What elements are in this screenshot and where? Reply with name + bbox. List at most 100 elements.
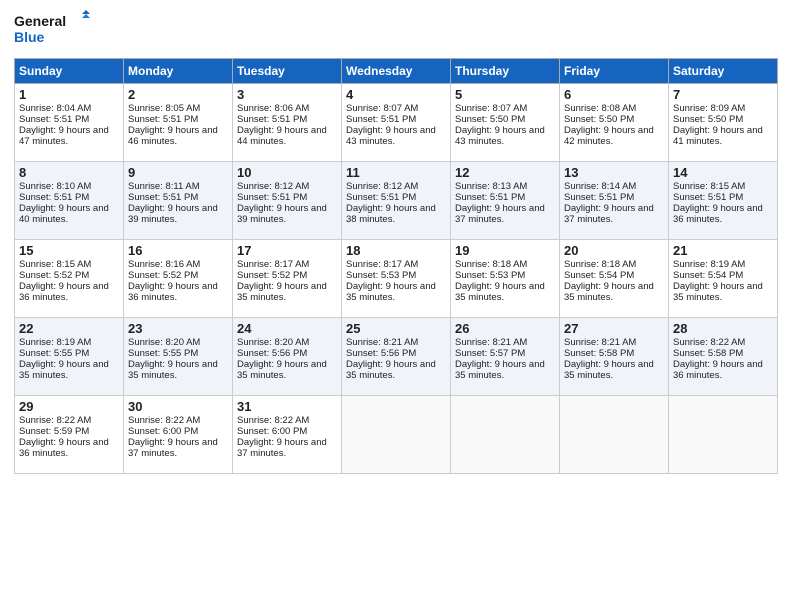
calendar-cell: 31Sunrise: 8:22 AMSunset: 6:00 PMDayligh… bbox=[233, 396, 342, 474]
sunset-text: Sunset: 5:57 PM bbox=[455, 348, 555, 359]
sunrise-text: Sunrise: 8:12 AM bbox=[346, 181, 446, 192]
sunset-text: Sunset: 5:51 PM bbox=[346, 192, 446, 203]
calendar-cell: 27Sunrise: 8:21 AMSunset: 5:58 PMDayligh… bbox=[560, 318, 669, 396]
day-number: 21 bbox=[673, 243, 773, 258]
calendar-week-row: 15Sunrise: 8:15 AMSunset: 5:52 PMDayligh… bbox=[15, 240, 778, 318]
calendar-header-tuesday: Tuesday bbox=[233, 59, 342, 84]
calendar-cell: 18Sunrise: 8:17 AMSunset: 5:53 PMDayligh… bbox=[342, 240, 451, 318]
calendar-cell: 3Sunrise: 8:06 AMSunset: 5:51 PMDaylight… bbox=[233, 84, 342, 162]
sunset-text: Sunset: 5:52 PM bbox=[128, 270, 228, 281]
daylight-text: Daylight: 9 hours and 35 minutes. bbox=[237, 359, 337, 381]
sunset-text: Sunset: 5:51 PM bbox=[346, 114, 446, 125]
sunset-text: Sunset: 5:51 PM bbox=[19, 114, 119, 125]
daylight-text: Daylight: 9 hours and 36 minutes. bbox=[19, 437, 119, 459]
day-number: 14 bbox=[673, 165, 773, 180]
daylight-text: Daylight: 9 hours and 37 minutes. bbox=[455, 203, 555, 225]
header: General Blue bbox=[14, 10, 778, 50]
day-number: 13 bbox=[564, 165, 664, 180]
daylight-text: Daylight: 9 hours and 42 minutes. bbox=[564, 125, 664, 147]
sunrise-text: Sunrise: 8:22 AM bbox=[237, 415, 337, 426]
day-number: 26 bbox=[455, 321, 555, 336]
sunrise-text: Sunrise: 8:07 AM bbox=[455, 103, 555, 114]
daylight-text: Daylight: 9 hours and 37 minutes. bbox=[128, 437, 228, 459]
sunset-text: Sunset: 5:55 PM bbox=[128, 348, 228, 359]
calendar-header-monday: Monday bbox=[124, 59, 233, 84]
day-number: 10 bbox=[237, 165, 337, 180]
calendar-cell: 13Sunrise: 8:14 AMSunset: 5:51 PMDayligh… bbox=[560, 162, 669, 240]
sunset-text: Sunset: 5:51 PM bbox=[128, 192, 228, 203]
daylight-text: Daylight: 9 hours and 36 minutes. bbox=[673, 359, 773, 381]
daylight-text: Daylight: 9 hours and 35 minutes. bbox=[128, 359, 228, 381]
calendar-cell bbox=[669, 396, 778, 474]
day-number: 28 bbox=[673, 321, 773, 336]
calendar-cell: 14Sunrise: 8:15 AMSunset: 5:51 PMDayligh… bbox=[669, 162, 778, 240]
daylight-text: Daylight: 9 hours and 35 minutes. bbox=[564, 281, 664, 303]
day-number: 30 bbox=[128, 399, 228, 414]
sunset-text: Sunset: 5:51 PM bbox=[455, 192, 555, 203]
sunset-text: Sunset: 5:58 PM bbox=[564, 348, 664, 359]
calendar-cell bbox=[560, 396, 669, 474]
sunset-text: Sunset: 5:51 PM bbox=[673, 192, 773, 203]
calendar-cell: 17Sunrise: 8:17 AMSunset: 5:52 PMDayligh… bbox=[233, 240, 342, 318]
sunset-text: Sunset: 5:51 PM bbox=[128, 114, 228, 125]
daylight-text: Daylight: 9 hours and 35 minutes. bbox=[564, 359, 664, 381]
daylight-text: Daylight: 9 hours and 40 minutes. bbox=[19, 203, 119, 225]
sunset-text: Sunset: 5:54 PM bbox=[564, 270, 664, 281]
calendar-cell: 30Sunrise: 8:22 AMSunset: 6:00 PMDayligh… bbox=[124, 396, 233, 474]
day-number: 31 bbox=[237, 399, 337, 414]
daylight-text: Daylight: 9 hours and 37 minutes. bbox=[564, 203, 664, 225]
sunset-text: Sunset: 6:00 PM bbox=[237, 426, 337, 437]
sunrise-text: Sunrise: 8:11 AM bbox=[128, 181, 228, 192]
logo-svg: General Blue bbox=[14, 10, 94, 50]
calendar-week-row: 8Sunrise: 8:10 AMSunset: 5:51 PMDaylight… bbox=[15, 162, 778, 240]
sunset-text: Sunset: 5:51 PM bbox=[564, 192, 664, 203]
calendar-cell: 12Sunrise: 8:13 AMSunset: 5:51 PMDayligh… bbox=[451, 162, 560, 240]
calendar-cell bbox=[451, 396, 560, 474]
day-number: 7 bbox=[673, 87, 773, 102]
daylight-text: Daylight: 9 hours and 39 minutes. bbox=[237, 203, 337, 225]
sunset-text: Sunset: 5:53 PM bbox=[455, 270, 555, 281]
daylight-text: Daylight: 9 hours and 35 minutes. bbox=[346, 281, 446, 303]
day-number: 29 bbox=[19, 399, 119, 414]
sunset-text: Sunset: 5:59 PM bbox=[19, 426, 119, 437]
sunrise-text: Sunrise: 8:17 AM bbox=[346, 259, 446, 270]
sunset-text: Sunset: 5:54 PM bbox=[673, 270, 773, 281]
daylight-text: Daylight: 9 hours and 37 minutes. bbox=[237, 437, 337, 459]
daylight-text: Daylight: 9 hours and 35 minutes. bbox=[19, 359, 119, 381]
page: General Blue SundayMondayTuesdayWednesda… bbox=[0, 0, 792, 484]
daylight-text: Daylight: 9 hours and 39 minutes. bbox=[128, 203, 228, 225]
calendar-cell: 28Sunrise: 8:22 AMSunset: 5:58 PMDayligh… bbox=[669, 318, 778, 396]
day-number: 16 bbox=[128, 243, 228, 258]
sunset-text: Sunset: 5:53 PM bbox=[346, 270, 446, 281]
day-number: 18 bbox=[346, 243, 446, 258]
calendar-cell bbox=[342, 396, 451, 474]
daylight-text: Daylight: 9 hours and 43 minutes. bbox=[455, 125, 555, 147]
day-number: 22 bbox=[19, 321, 119, 336]
calendar-cell: 23Sunrise: 8:20 AMSunset: 5:55 PMDayligh… bbox=[124, 318, 233, 396]
daylight-text: Daylight: 9 hours and 35 minutes. bbox=[455, 281, 555, 303]
sunset-text: Sunset: 5:50 PM bbox=[564, 114, 664, 125]
sunset-text: Sunset: 5:58 PM bbox=[673, 348, 773, 359]
sunrise-text: Sunrise: 8:19 AM bbox=[673, 259, 773, 270]
day-number: 15 bbox=[19, 243, 119, 258]
sunset-text: Sunset: 5:50 PM bbox=[455, 114, 555, 125]
daylight-text: Daylight: 9 hours and 43 minutes. bbox=[346, 125, 446, 147]
sunrise-text: Sunrise: 8:22 AM bbox=[128, 415, 228, 426]
calendar-cell: 11Sunrise: 8:12 AMSunset: 5:51 PMDayligh… bbox=[342, 162, 451, 240]
sunrise-text: Sunrise: 8:04 AM bbox=[19, 103, 119, 114]
calendar-table: SundayMondayTuesdayWednesdayThursdayFrid… bbox=[14, 58, 778, 474]
day-number: 8 bbox=[19, 165, 119, 180]
day-number: 5 bbox=[455, 87, 555, 102]
day-number: 27 bbox=[564, 321, 664, 336]
day-number: 23 bbox=[128, 321, 228, 336]
calendar-cell: 5Sunrise: 8:07 AMSunset: 5:50 PMDaylight… bbox=[451, 84, 560, 162]
calendar-body: 1Sunrise: 8:04 AMSunset: 5:51 PMDaylight… bbox=[15, 84, 778, 474]
calendar-cell: 20Sunrise: 8:18 AMSunset: 5:54 PMDayligh… bbox=[560, 240, 669, 318]
calendar-cell: 2Sunrise: 8:05 AMSunset: 5:51 PMDaylight… bbox=[124, 84, 233, 162]
calendar-header-wednesday: Wednesday bbox=[342, 59, 451, 84]
daylight-text: Daylight: 9 hours and 36 minutes. bbox=[19, 281, 119, 303]
calendar-cell: 25Sunrise: 8:21 AMSunset: 5:56 PMDayligh… bbox=[342, 318, 451, 396]
day-number: 11 bbox=[346, 165, 446, 180]
calendar-cell: 7Sunrise: 8:09 AMSunset: 5:50 PMDaylight… bbox=[669, 84, 778, 162]
daylight-text: Daylight: 9 hours and 35 minutes. bbox=[346, 359, 446, 381]
